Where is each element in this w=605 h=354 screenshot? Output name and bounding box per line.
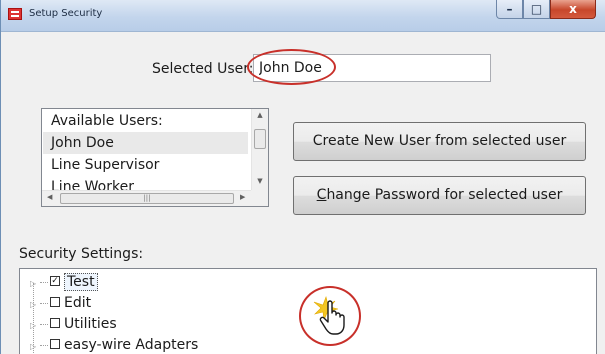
expand-arrow-icon[interactable]: ▷	[30, 315, 40, 336]
security-settings-label: Security Settings:	[19, 246, 144, 262]
expand-arrow-icon[interactable]: ▷	[30, 336, 40, 354]
hand-pointer-icon	[313, 295, 345, 335]
caption-buttons: – □ x	[496, 0, 596, 19]
window-title: Setup Security	[29, 8, 103, 19]
setup-security-window: Setup Security – □ x Selected User: Avai…	[0, 0, 605, 354]
scroll-left-arrow-icon[interactable]: ◀	[47, 193, 52, 201]
horizontal-scrollbar[interactable]: ◀ ||| ▶	[42, 190, 252, 206]
maximize-button[interactable]: □	[523, 0, 550, 19]
annotation-ellipse	[247, 49, 336, 85]
available-users-list[interactable]: Available Users: John Doe Line Superviso…	[41, 108, 269, 207]
list-item-john-doe[interactable]: John Doe	[43, 132, 248, 154]
tree-node-label: Test	[64, 273, 98, 291]
tree-node-easy-wire-adapters[interactable]: ▷ easy-wire Adapters	[30, 335, 198, 354]
minimize-icon: –	[506, 2, 513, 16]
expand-arrow-icon[interactable]: ▷	[30, 294, 40, 315]
checkbox-icon[interactable]	[50, 318, 60, 328]
scroll-up-arrow-icon[interactable]: ▲	[252, 111, 268, 119]
scroll-corner	[251, 190, 268, 206]
change-password-button[interactable]: Change Password for selected user	[293, 176, 586, 215]
close-button[interactable]: x	[550, 0, 596, 19]
change-password-label: hange Password for selected user	[326, 187, 563, 203]
scroll-down-arrow-icon[interactable]: ▼	[252, 177, 268, 185]
tree-node-label: easy-wire Adapters	[64, 337, 199, 353]
tree-node-label: Edit	[64, 295, 92, 311]
list-header: Available Users:	[51, 113, 163, 129]
close-icon: x	[569, 2, 577, 16]
maximize-icon: □	[530, 2, 543, 16]
tree-node-utilities[interactable]: ▷ Utilities	[30, 314, 117, 335]
horizontal-scroll-thumb[interactable]: |||	[60, 193, 234, 204]
minimize-button[interactable]: –	[496, 0, 523, 19]
title-bar[interactable]: Setup Security – □ x	[1, 0, 605, 32]
expand-arrow-icon[interactable]: ▷	[30, 273, 40, 294]
checkbox-icon[interactable]: ✓	[50, 276, 60, 286]
create-new-user-button[interactable]: Create New User from selected user	[293, 122, 586, 161]
checkbox-icon[interactable]	[50, 297, 60, 307]
vertical-scrollbar[interactable]: ▲ ▼	[251, 109, 268, 191]
list-item-line-supervisor[interactable]: Line Supervisor	[43, 154, 248, 176]
checkbox-icon[interactable]	[50, 339, 60, 349]
scroll-right-arrow-icon[interactable]: ▶	[240, 193, 245, 201]
tree-node-edit[interactable]: ▷ Edit	[30, 293, 91, 314]
tree-node-label: Utilities	[64, 316, 117, 332]
tree-node-test[interactable]: ▷ ✓ Test	[30, 272, 98, 293]
selected-user-label: Selected User:	[152, 61, 254, 77]
app-icon	[8, 8, 22, 20]
vertical-scroll-thumb[interactable]	[254, 129, 266, 149]
change-password-accelerator: C	[316, 187, 327, 203]
